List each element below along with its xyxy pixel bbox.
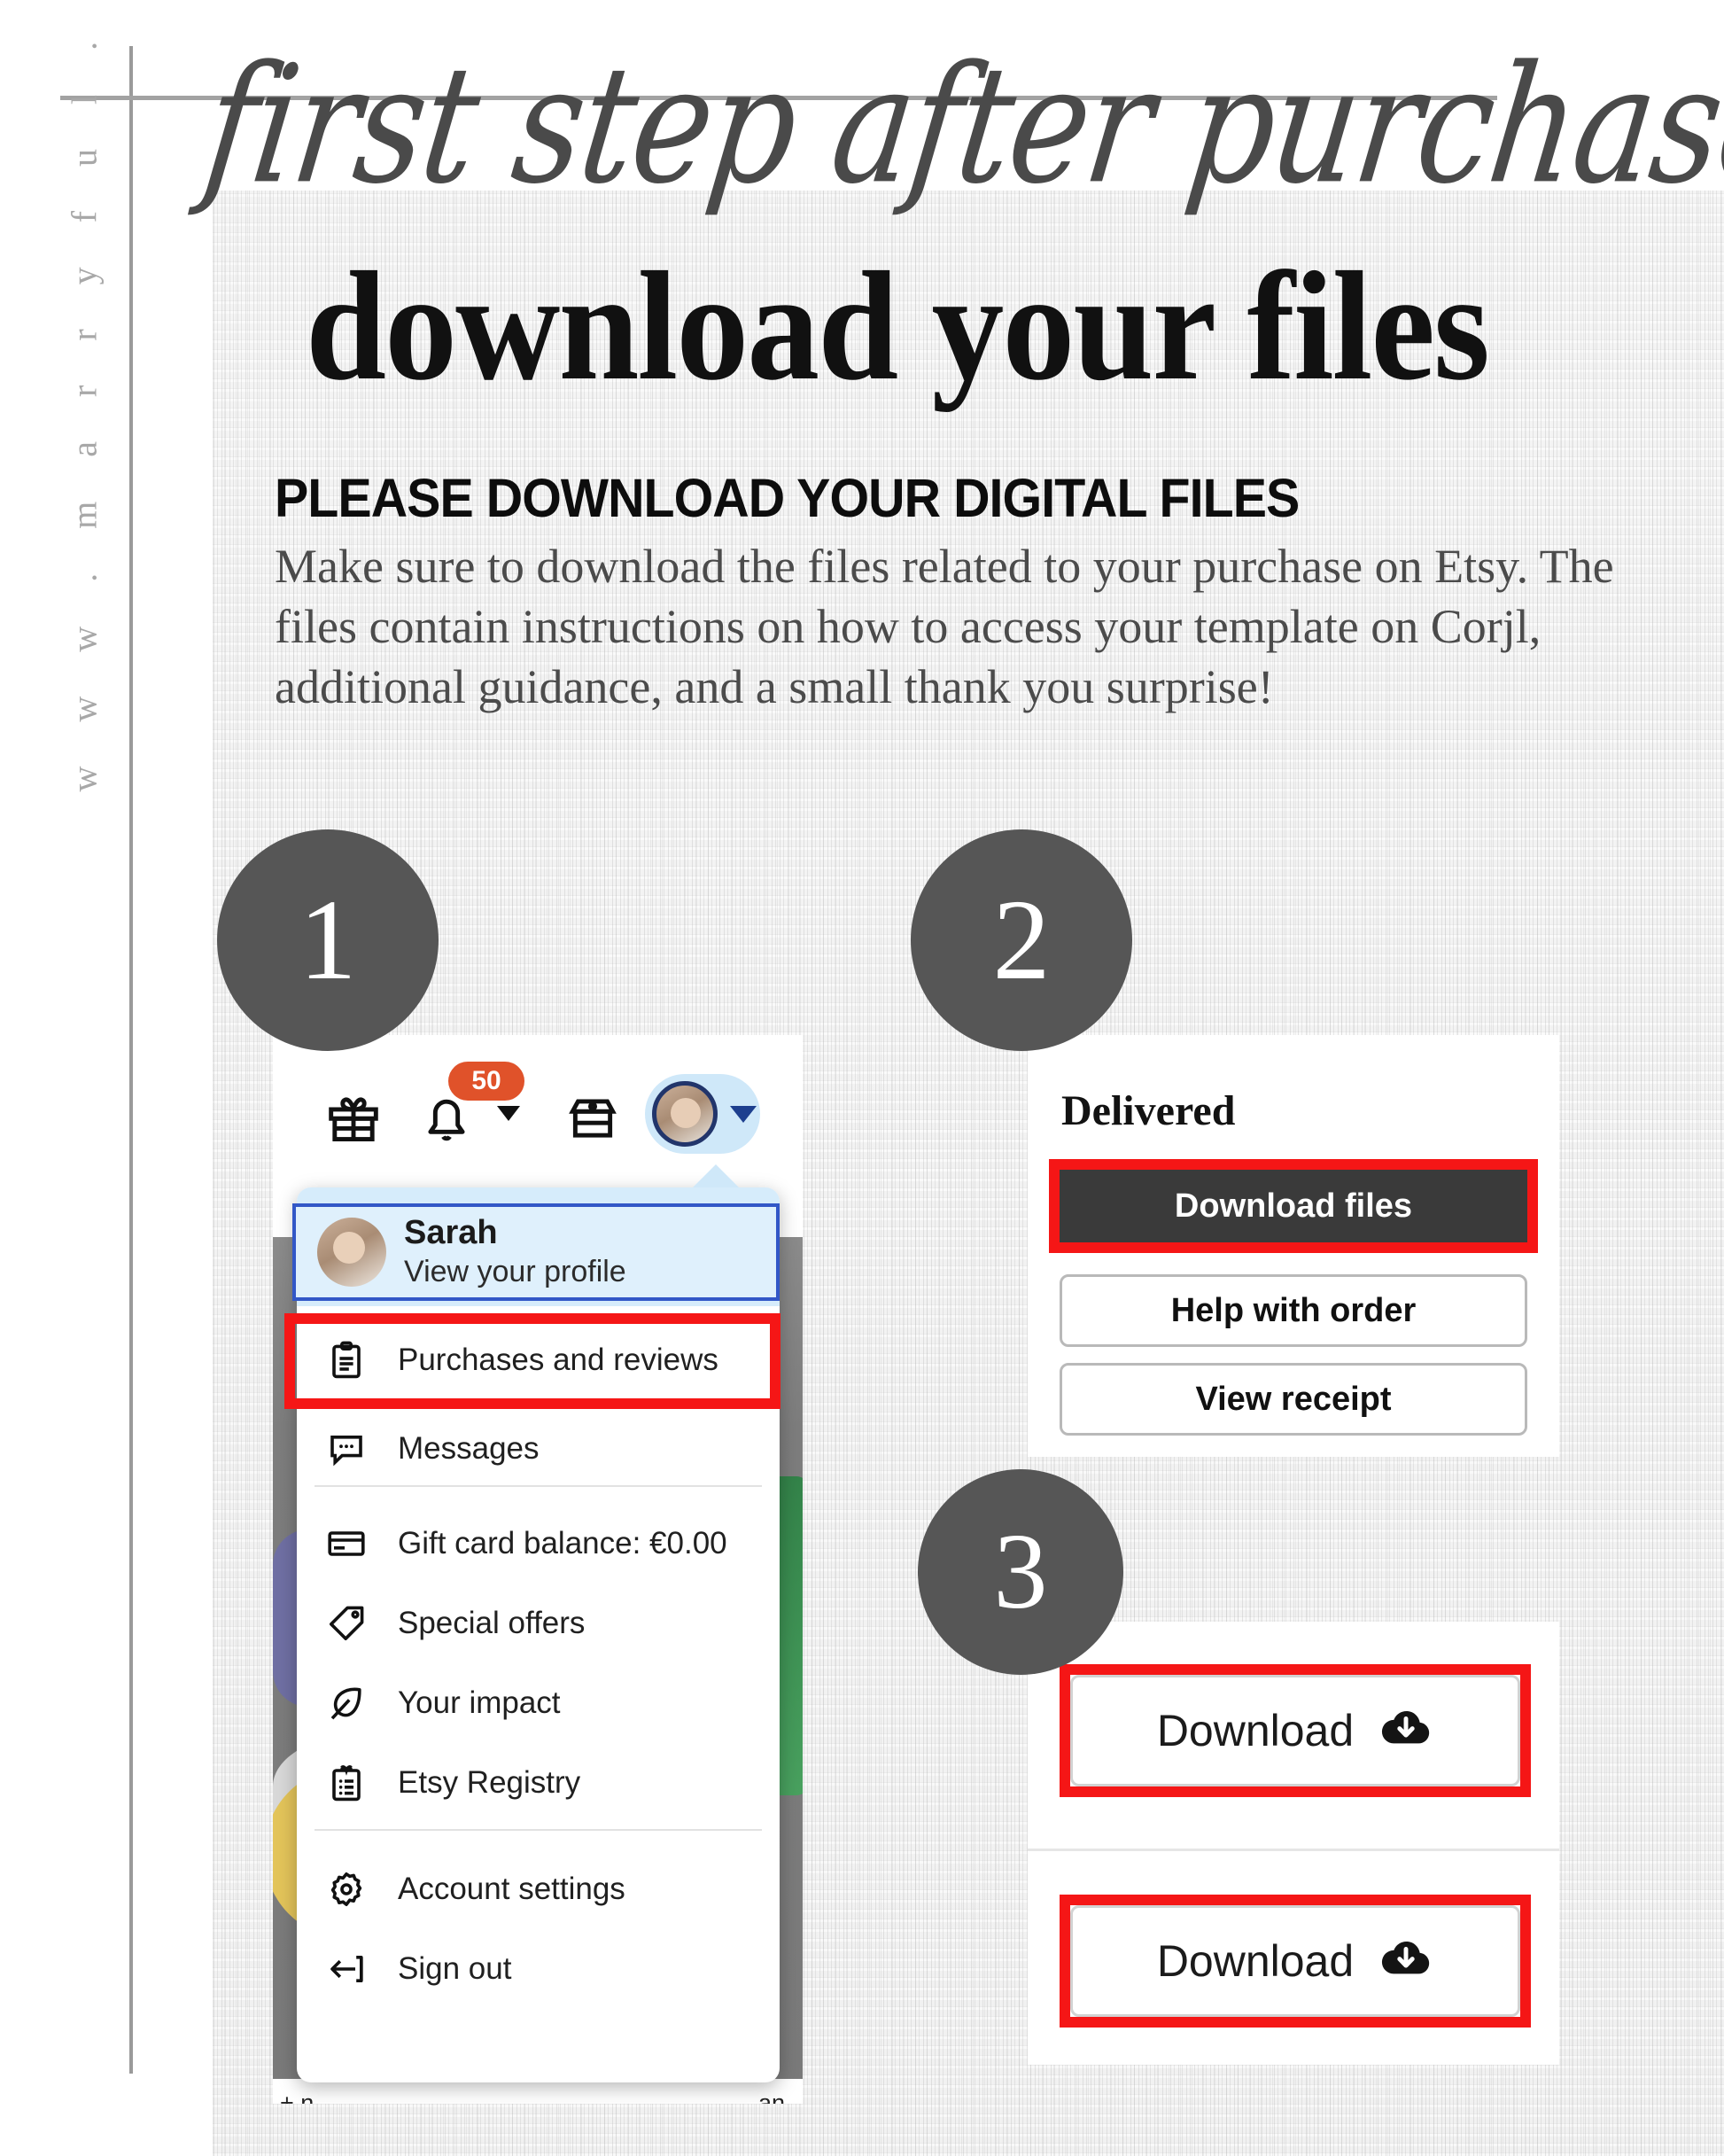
step-badge-1: 1 (217, 829, 439, 1051)
order-status-label: Delivered (1061, 1087, 1236, 1134)
highlight-box-purchases (284, 1313, 780, 1409)
help-with-order-button[interactable]: Help with order (1060, 1274, 1527, 1347)
registry-icon (323, 1760, 369, 1806)
menu-item-label: Messages (398, 1431, 540, 1466)
step2-order-panel: Delivered Download files Help with order… (1028, 1035, 1559, 1457)
menu-item-label: Account settings (398, 1872, 625, 1906)
profile-focus-ring[interactable]: Sarah View your profile (292, 1203, 780, 1301)
chat-bubble-icon (323, 1426, 369, 1472)
step3-corjl-panel: Download Download (1028, 1622, 1559, 2065)
step-badge-3: 3 (918, 1469, 1123, 1675)
menu-item-account-settings[interactable]: Account settings (297, 1854, 780, 1925)
gift-icon[interactable] (324, 1090, 383, 1149)
menu-item-label: Etsy Registry (398, 1765, 581, 1800)
menu-item-label: Your impact (398, 1685, 561, 1720)
notification-count-badge: 50 (448, 1062, 524, 1101)
account-dropdown-menu: Sarah View your profile Purchases and re… (284, 1164, 780, 2082)
menu-item-etsy-registry[interactable]: Etsy Registry (297, 1747, 780, 1818)
menu-separator (315, 1485, 762, 1487)
account-menu-button[interactable] (645, 1074, 760, 1154)
menu-item-special-offers[interactable]: Special offers (297, 1588, 780, 1659)
menu-item-label: Special offers (398, 1606, 586, 1640)
avatar (652, 1081, 718, 1147)
site-url-vertical: w w w . m a r r y f u l . o r g (64, 0, 105, 792)
shop-icon[interactable] (565, 1090, 620, 1149)
menu-item-messages[interactable]: Messages (297, 1413, 780, 1484)
background-text-right: an (758, 2090, 786, 2104)
credit-card-icon (323, 1521, 369, 1567)
sub-heading: PLEASE DOWNLOAD YOUR DIGITAL FILES (275, 468, 1300, 528)
gear-icon (323, 1866, 369, 1912)
vertical-rule (129, 46, 133, 2074)
flyer-page: w w w . m a r r y f u l . o r g first st… (0, 0, 1724, 2156)
dropdown-pointer (691, 1164, 741, 1189)
background-text-left: + n (280, 2090, 315, 2104)
menu-item-sign-out[interactable]: Sign out (297, 1934, 780, 2004)
script-heading: first step after purchase: (195, 32, 1724, 221)
profile-name: Sarah (404, 1214, 498, 1251)
profile-subtitle: View your profile (404, 1255, 626, 1288)
highlight-box-download-files (1049, 1159, 1538, 1253)
step-badge-2: 2 (911, 829, 1132, 1051)
menu-separator (315, 1829, 762, 1831)
leaf-icon (323, 1680, 369, 1726)
step1-etsy-screenshot: + n an 50 Sarah View your profile Purcha… (273, 1035, 803, 2104)
tag-icon (323, 1600, 369, 1646)
sign-out-icon (323, 1946, 369, 1992)
menu-item-label: Sign out (398, 1951, 512, 1986)
highlight-box-download-1 (1060, 1664, 1531, 1797)
listing-row-strip (273, 2079, 803, 2104)
menu-item-gift-card-balance[interactable]: Gift card balance: €0.00 (297, 1508, 780, 1579)
chevron-down-icon[interactable] (497, 1106, 520, 1121)
page-title: download your files (306, 240, 1490, 413)
view-receipt-button[interactable]: View receipt (1060, 1363, 1527, 1436)
panel-separator (1028, 1849, 1559, 1851)
body-paragraph: Make sure to download the files related … (275, 540, 1614, 713)
avatar (317, 1218, 386, 1287)
menu-item-your-impact[interactable]: Your impact (297, 1668, 780, 1739)
dropdown-profile-header[interactable]: Sarah View your profile (292, 1187, 780, 1306)
highlight-box-download-2 (1060, 1895, 1531, 2028)
menu-item-label: Gift card balance: €0.00 (398, 1526, 727, 1561)
chevron-down-icon[interactable] (730, 1106, 757, 1123)
